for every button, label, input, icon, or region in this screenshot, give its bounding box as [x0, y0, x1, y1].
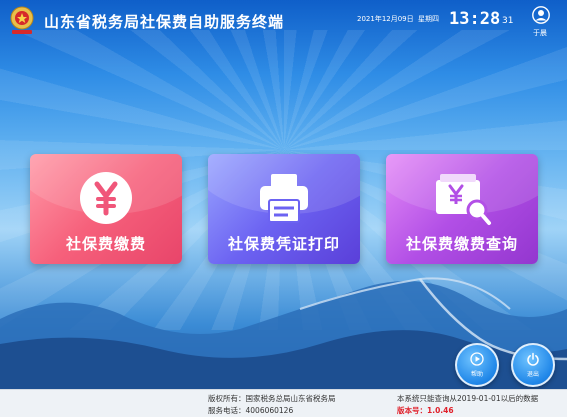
query-notice-text: 本系统只能查询从2019-01-01以后的数据	[397, 394, 539, 403]
exit-button[interactable]: 退出	[511, 343, 555, 387]
user-name: 于晨	[533, 29, 547, 37]
help-button[interactable]: 帮助	[455, 343, 499, 387]
footer-bar: 版权所有：国家税务总局山东省税务局 服务电话：4006060126 本系统只能查…	[0, 389, 567, 417]
exit-button-label: 退出	[526, 371, 539, 378]
yuan-coin-icon	[80, 172, 132, 224]
copyright-text: 版权所有：国家税务总局山东省税务局	[208, 394, 336, 403]
help-button-label: 帮助	[470, 371, 483, 378]
date-display: 2021年12月09日	[357, 15, 414, 23]
tile-label: 社保费缴费	[65, 235, 146, 253]
tax-emblem-icon	[10, 6, 34, 34]
printer-icon	[260, 174, 308, 223]
tile-payment-query[interactable]: 社保费缴费查询	[386, 154, 538, 264]
tile-certificate-print[interactable]: 社保费凭证打印	[208, 154, 360, 264]
kiosk-screen: 山东省税务局社保费自助服务终端 2021年12月09日 星期四 13:28 31…	[0, 0, 567, 417]
weekday-display: 星期四	[418, 15, 439, 23]
clock-hours-minutes: 13:28	[449, 9, 501, 29]
clock-seconds: 31	[502, 16, 514, 26]
header-bar: 山东省税务局社保费自助服务终端 2021年12月09日 星期四 13:28 31…	[0, 0, 567, 40]
version-text: 版本号：1.0.46	[397, 406, 454, 415]
play-circle-icon	[470, 352, 484, 366]
user-avatar-icon[interactable]	[532, 6, 550, 24]
tile-social-insurance-payment[interactable]: 社保费缴费	[30, 154, 182, 264]
app-title: 山东省税务局社保费自助服务终端	[44, 13, 285, 31]
service-phone-text: 服务电话：4006060126	[208, 406, 294, 415]
power-icon	[527, 352, 539, 366]
wallet-search-icon	[436, 174, 491, 225]
tile-label: 社保费凭证打印	[227, 235, 340, 253]
tile-label: 社保费缴费查询	[405, 235, 518, 253]
